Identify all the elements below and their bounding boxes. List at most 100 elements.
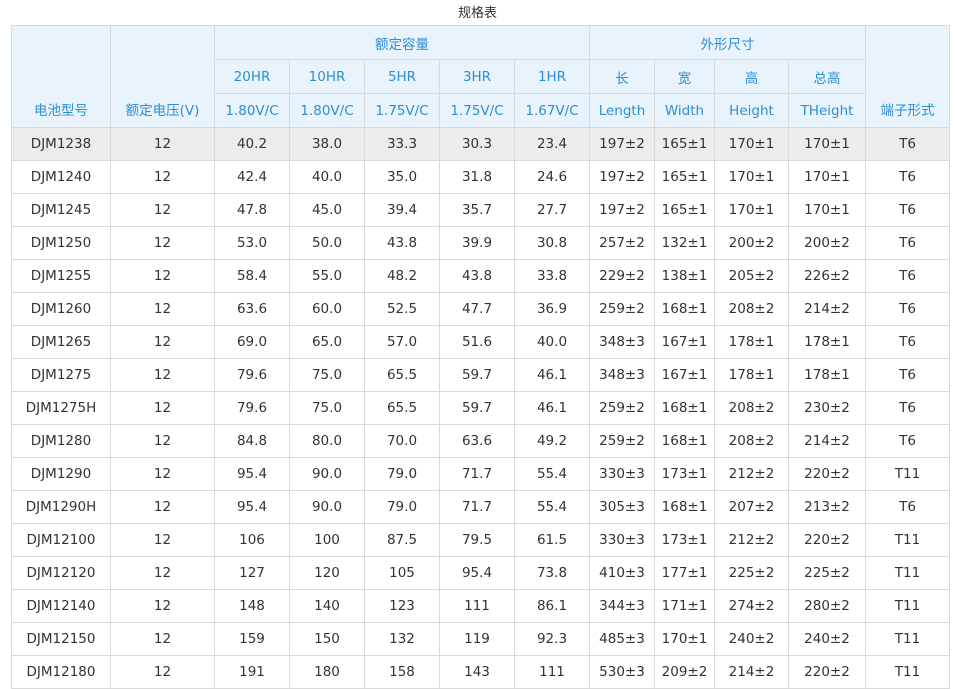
cell-capacity-5hr: 105 <box>364 556 440 590</box>
cell-height: 208±2 <box>714 391 789 425</box>
cell-total-height: 214±2 <box>788 292 866 326</box>
table-row: DJM12100 12 106 100 87.5 79.5 61.5 330±3 173±1 21… <box>11 523 950 557</box>
cell-height: 170±1 <box>714 127 789 161</box>
col-header-dim-cn: 总高 <box>788 59 866 94</box>
cell-capacity-5hr: 35.0 <box>364 160 440 194</box>
cell-voltage: 12 <box>110 358 215 392</box>
cell-capacity-3hr: 59.7 <box>439 358 515 392</box>
table-row: DJM12120 12 127 120 105 95.4 73.8 410±3 177±1 225… <box>11 556 950 590</box>
cell-capacity-20hr: 53.0 <box>214 226 290 260</box>
cell-width: 165±1 <box>654 160 715 194</box>
cell-width: 168±1 <box>654 391 715 425</box>
col-header-dim-en: Width <box>654 93 715 128</box>
cell-capacity-10hr: 120 <box>289 556 365 590</box>
cell-capacity-5hr: 43.8 <box>364 226 440 260</box>
cell-capacity-5hr: 70.0 <box>364 424 440 458</box>
cell-length: 410±3 <box>589 556 655 590</box>
cell-total-height: 230±2 <box>788 391 866 425</box>
cell-terminal: T6 <box>865 490 950 524</box>
cell-model: DJM12100 <box>11 523 111 557</box>
cell-terminal: T11 <box>865 589 950 623</box>
cell-total-height: 170±1 <box>788 160 866 194</box>
cell-height: 225±2 <box>714 556 789 590</box>
cell-voltage: 12 <box>110 292 215 326</box>
table-header: 电池型号 额定电压(V) 额定容量 外形尺寸 端子形式 20HR 10HR 5H… <box>11 25 950 128</box>
cell-capacity-20hr: 148 <box>214 589 290 623</box>
cell-voltage: 12 <box>110 325 215 359</box>
cell-voltage: 12 <box>110 193 215 227</box>
cell-capacity-10hr: 90.0 <box>289 490 365 524</box>
cell-height: 178±1 <box>714 358 789 392</box>
cell-height: 170±1 <box>714 193 789 227</box>
cell-capacity-1hr: 33.8 <box>514 259 590 293</box>
cell-width: 170±1 <box>654 622 715 656</box>
cell-length: 330±3 <box>589 457 655 491</box>
cell-capacity-20hr: 95.4 <box>214 490 290 524</box>
cell-capacity-5hr: 79.0 <box>364 490 440 524</box>
cell-capacity-20hr: 79.6 <box>214 391 290 425</box>
cell-voltage: 12 <box>110 457 215 491</box>
cell-voltage: 12 <box>110 490 215 524</box>
cell-terminal: T6 <box>865 424 950 458</box>
col-header-cutoff: 1.75V/C <box>439 93 515 128</box>
cell-length: 197±2 <box>589 127 655 161</box>
cell-length: 485±3 <box>589 622 655 656</box>
cell-voltage: 12 <box>110 391 215 425</box>
cell-capacity-3hr: 47.7 <box>439 292 515 326</box>
cell-terminal: T11 <box>865 655 950 689</box>
cell-length: 197±2 <box>589 160 655 194</box>
cell-total-height: 225±2 <box>788 556 866 590</box>
col-group-capacity: 额定容量 <box>214 25 590 60</box>
cell-capacity-20hr: 40.2 <box>214 127 290 161</box>
cell-capacity-5hr: 33.3 <box>364 127 440 161</box>
cell-model: DJM12180 <box>11 655 111 689</box>
cell-width: 168±1 <box>654 424 715 458</box>
cell-terminal: T6 <box>865 292 950 326</box>
cell-capacity-20hr: 84.8 <box>214 424 290 458</box>
cell-terminal: T11 <box>865 457 950 491</box>
cell-capacity-20hr: 95.4 <box>214 457 290 491</box>
cell-model: DJM1280 <box>11 424 111 458</box>
cell-height: 208±2 <box>714 424 789 458</box>
table-row: DJM1255 12 58.4 55.0 48.2 43.8 33.8 229±2 138±1 2… <box>11 259 950 293</box>
cell-capacity-1hr: 23.4 <box>514 127 590 161</box>
cell-capacity-10hr: 45.0 <box>289 193 365 227</box>
cell-capacity-5hr: 39.4 <box>364 193 440 227</box>
cell-capacity-10hr: 140 <box>289 589 365 623</box>
cell-terminal: T11 <box>865 556 950 590</box>
table-row: DJM1280 12 84.8 80.0 70.0 63.6 49.2 259±2 168±1 2… <box>11 424 950 458</box>
cell-capacity-10hr: 90.0 <box>289 457 365 491</box>
cell-height: 207±2 <box>714 490 789 524</box>
cell-length: 305±3 <box>589 490 655 524</box>
cell-capacity-3hr: 71.7 <box>439 490 515 524</box>
cell-terminal: T6 <box>865 160 950 194</box>
cell-capacity-3hr: 71.7 <box>439 457 515 491</box>
cell-total-height: 200±2 <box>788 226 866 260</box>
cell-width: 138±1 <box>654 259 715 293</box>
cell-voltage: 12 <box>110 622 215 656</box>
cell-length: 197±2 <box>589 193 655 227</box>
col-header-rate: 10HR <box>289 59 365 94</box>
cell-capacity-10hr: 75.0 <box>289 391 365 425</box>
cell-length: 259±2 <box>589 391 655 425</box>
cell-width: 177±1 <box>654 556 715 590</box>
cell-voltage: 12 <box>110 523 215 557</box>
cell-capacity-1hr: 30.8 <box>514 226 590 260</box>
cell-length: 348±3 <box>589 358 655 392</box>
cell-length: 259±2 <box>589 292 655 326</box>
cell-capacity-5hr: 123 <box>364 589 440 623</box>
col-group-dimensions: 外形尺寸 <box>589 25 866 60</box>
cell-model: DJM12140 <box>11 589 111 623</box>
cell-capacity-10hr: 55.0 <box>289 259 365 293</box>
cell-capacity-1hr: 86.1 <box>514 589 590 623</box>
cell-capacity-5hr: 132 <box>364 622 440 656</box>
cell-model: DJM1240 <box>11 160 111 194</box>
col-header-cutoff: 1.80V/C <box>214 93 290 128</box>
cell-capacity-20hr: 47.8 <box>214 193 290 227</box>
cell-capacity-1hr: 55.4 <box>514 457 590 491</box>
cell-width: 165±1 <box>654 193 715 227</box>
cell-model: DJM12150 <box>11 622 111 656</box>
cell-capacity-1hr: 36.9 <box>514 292 590 326</box>
col-header-rate: 5HR <box>364 59 440 94</box>
cell-width: 168±1 <box>654 490 715 524</box>
